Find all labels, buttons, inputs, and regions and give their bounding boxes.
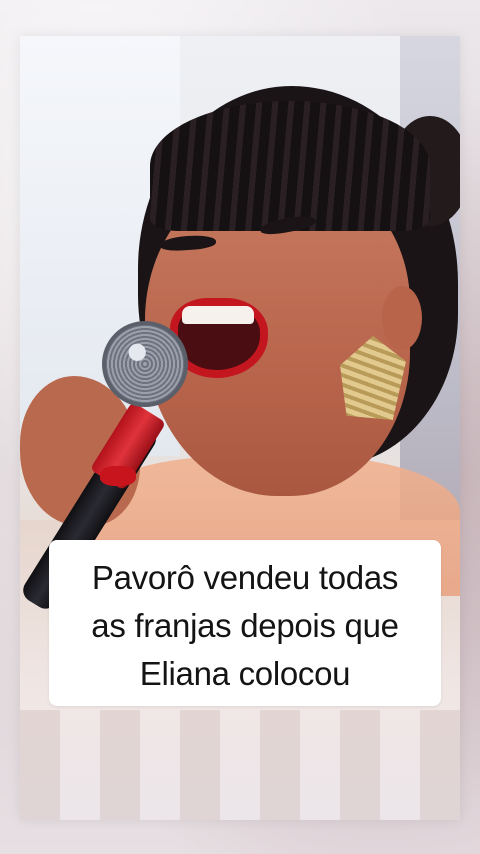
ear	[382, 286, 422, 350]
red-nails	[100, 466, 136, 486]
microphone-icon	[102, 321, 188, 407]
caption-line-2: as franjas depois que	[91, 607, 399, 644]
bangs	[150, 101, 430, 231]
teeth	[182, 306, 254, 324]
video-screen: Pavorô vendeu todas as franjas depois qu…	[0, 0, 480, 854]
caption-line-3: Eliana colocou	[139, 655, 351, 692]
caption-box: Pavorô vendeu todas as franjas depois qu…	[49, 540, 441, 706]
stage-stripes	[20, 710, 460, 820]
caption-line-1: Pavorô vendeu todas	[91, 559, 399, 596]
